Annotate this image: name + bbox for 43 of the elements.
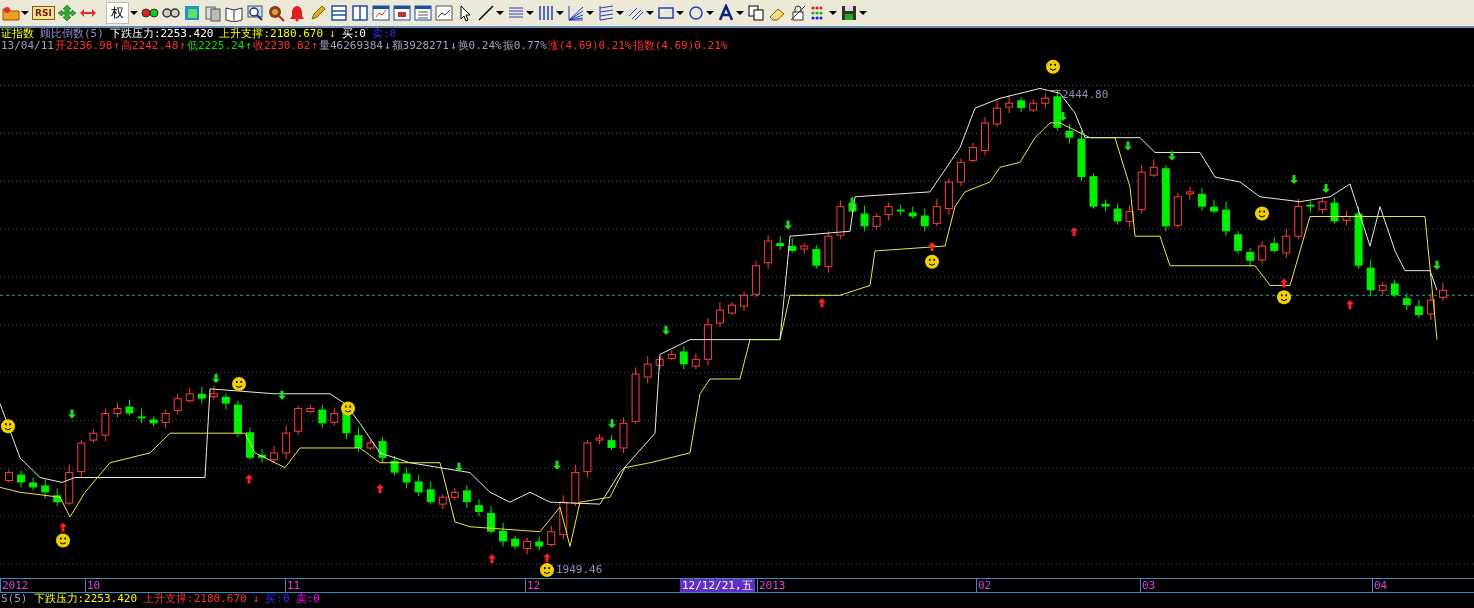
quote-value: ↓ — [449, 40, 457, 52]
indicator-value: ↓ — [329, 28, 336, 40]
quote-value: 高2242.48 — [120, 40, 179, 52]
quote-value: ↑ — [113, 40, 120, 52]
quote-value: 指数(4.69)0.21% — [632, 40, 728, 52]
quote-value: 开2236.98 — [55, 40, 113, 52]
quote-value: 量46269384 — [318, 40, 383, 52]
indicator-value: 买:0 — [265, 593, 290, 604]
indicator-value: 卖:0 — [371, 28, 397, 40]
quote-value: 低2225.24 — [186, 40, 245, 52]
indicator-value: ↓ — [252, 593, 260, 604]
quote-value: 换0.24% — [457, 40, 502, 52]
date-label: 03 — [1140, 579, 1156, 592]
date-label: 12 — [525, 579, 541, 592]
indicator-value: 上升支撑:2180.670 — [219, 28, 324, 40]
quote-value: ↓ — [383, 40, 391, 52]
quote-value: 涨(4.69)0.21% — [547, 40, 632, 52]
indicator-value: 顾比倒数(5) — [40, 28, 104, 40]
indicator-value: 下跌压力:2253.420 — [33, 593, 138, 604]
quote-value: ↑ — [245, 40, 252, 52]
date-label: 02 — [976, 579, 992, 592]
date-label: 2012 — [0, 579, 29, 592]
date-label: 10 — [85, 579, 101, 592]
indicator-value: 上升支撑:2180.670 — [143, 593, 247, 604]
indicator-value: S(5) — [1, 593, 28, 604]
quote-value: 收2230.82 — [252, 40, 311, 52]
quote-value: ↑ — [311, 40, 318, 52]
price-label: 2444.80 — [1062, 88, 1109, 102]
indicator-value: 下跌压力:2253.420 — [109, 28, 214, 40]
indicator-value: 证指数 — [1, 28, 34, 40]
price-label: 1949.46 — [556, 563, 603, 577]
quote-value: 振0.77% — [502, 40, 547, 52]
rsi-button[interactable]: RSI — [32, 6, 55, 20]
quote-value: 额3928271 — [391, 40, 449, 52]
quote-value: 13/04/11 — [1, 40, 54, 52]
cursor-date-label: 12/12/21,五 — [680, 579, 755, 592]
date-label: 04 — [1372, 579, 1388, 592]
date-label: 11 — [285, 579, 301, 592]
indicator-value: 买:0 — [341, 28, 366, 40]
date-label: 2013 — [757, 579, 786, 592]
quote-value: ↑ — [179, 40, 186, 52]
indicator-value: 卖:0 — [295, 593, 320, 604]
rights-dropdown[interactable]: 权 — [105, 2, 129, 24]
